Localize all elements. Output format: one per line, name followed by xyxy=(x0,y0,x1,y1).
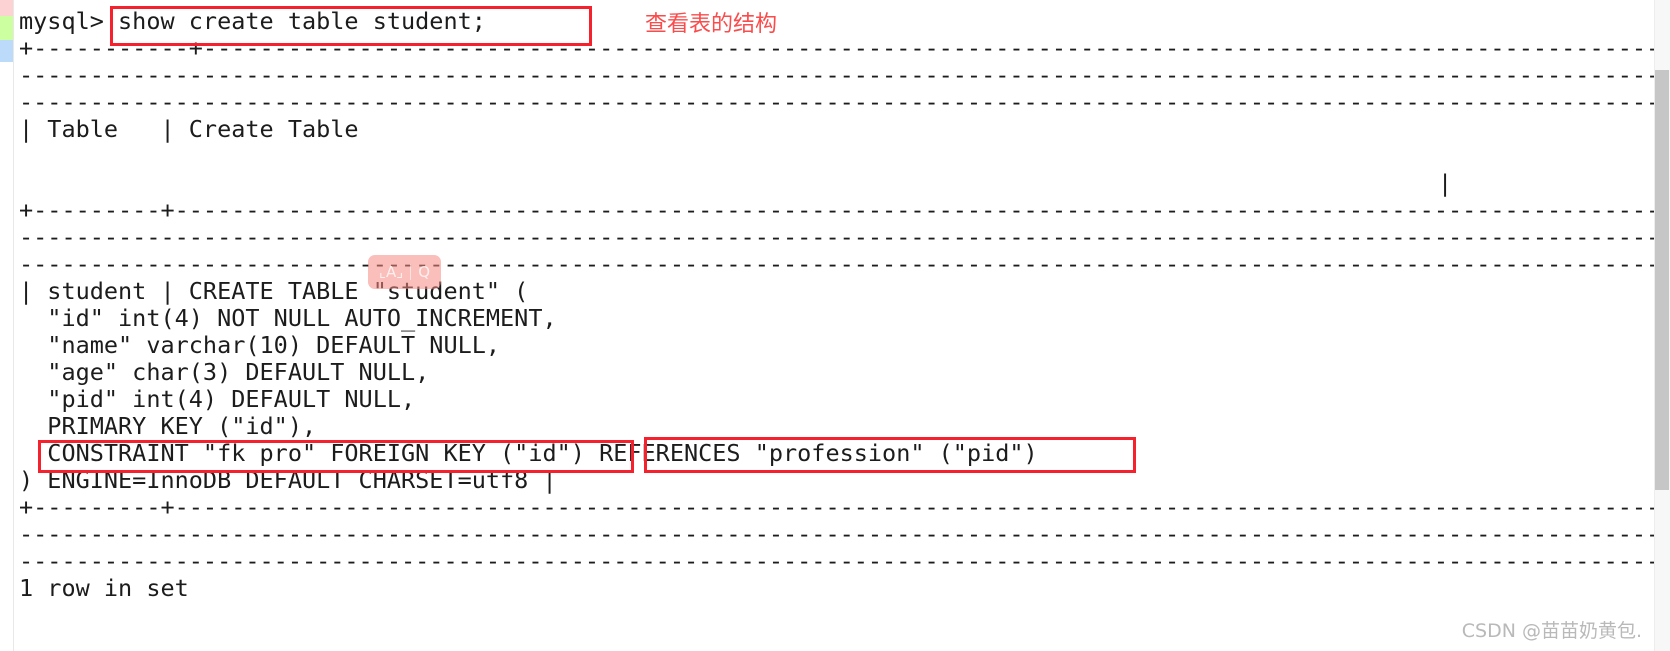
terminal-line: ----------------------------------------… xyxy=(19,547,1670,575)
terminal-line: mysql> show create table student; xyxy=(19,7,486,35)
text-select-icon[interactable]: ⌞A⌟ xyxy=(379,264,403,280)
ocr-tool-badge[interactable]: ⌞A⌟ Q xyxy=(368,255,441,289)
terminal-line: "pid" int(4) DEFAULT NULL, xyxy=(19,385,416,413)
terminal-line: "age" char(3) DEFAULT NULL, xyxy=(19,358,430,386)
terminal-line: PRIMARY KEY ("id"), xyxy=(19,412,317,440)
csdn-watermark: CSDN @苗苗奶黄包. xyxy=(1461,620,1642,642)
terminal-line: "name" varchar(10) DEFAULT NULL, xyxy=(19,331,501,359)
terminal-line: ) ENGINE=InnoDB DEFAULT CHARSET=utf8 | xyxy=(19,466,557,494)
terminal-line: | student | CREATE TABLE "student" ( xyxy=(19,277,529,305)
gutter-mark-added[interactable] xyxy=(0,16,13,40)
terminal-line: ----------------------------------------… xyxy=(19,250,1670,278)
gutter xyxy=(0,0,13,651)
terminal-line: ----------------------------------------… xyxy=(19,223,1670,251)
terminal-line: ----------------------------------------… xyxy=(19,88,1670,116)
gutter-mark-deleted[interactable] xyxy=(0,0,13,16)
chinese-annotation: 查看表的结构 xyxy=(645,12,778,37)
terminal-line: | xyxy=(1438,169,1453,197)
terminal-line: +---------+-----------------------------… xyxy=(19,196,1670,224)
terminal-line: ----------------------------------------… xyxy=(19,520,1670,548)
terminal-line: | Table | Create Table xyxy=(19,115,359,143)
terminal-output: mysql> show create table student; +------… xyxy=(14,0,1670,651)
vertical-scrollbar-track[interactable] xyxy=(1654,0,1670,651)
terminal-line: ----------------------------------------… xyxy=(19,61,1670,89)
terminal-line: +-----------+---------------------------… xyxy=(19,34,1670,62)
gutter-mark-changed[interactable] xyxy=(0,40,13,62)
vertical-scrollbar-thumb[interactable] xyxy=(1655,70,1669,490)
terminal-line: 1 row in set xyxy=(19,574,189,602)
terminal-line: +---------+-----------------------------… xyxy=(19,493,1670,521)
terminal-line: "id" int(4) NOT NULL AUTO_INCREMENT, xyxy=(19,304,557,332)
badge-divider xyxy=(410,264,412,280)
terminal-line: CONSTRAINT "fk pro" FOREIGN KEY ("id") R… xyxy=(19,439,1038,467)
search-icon[interactable]: Q xyxy=(418,264,430,280)
